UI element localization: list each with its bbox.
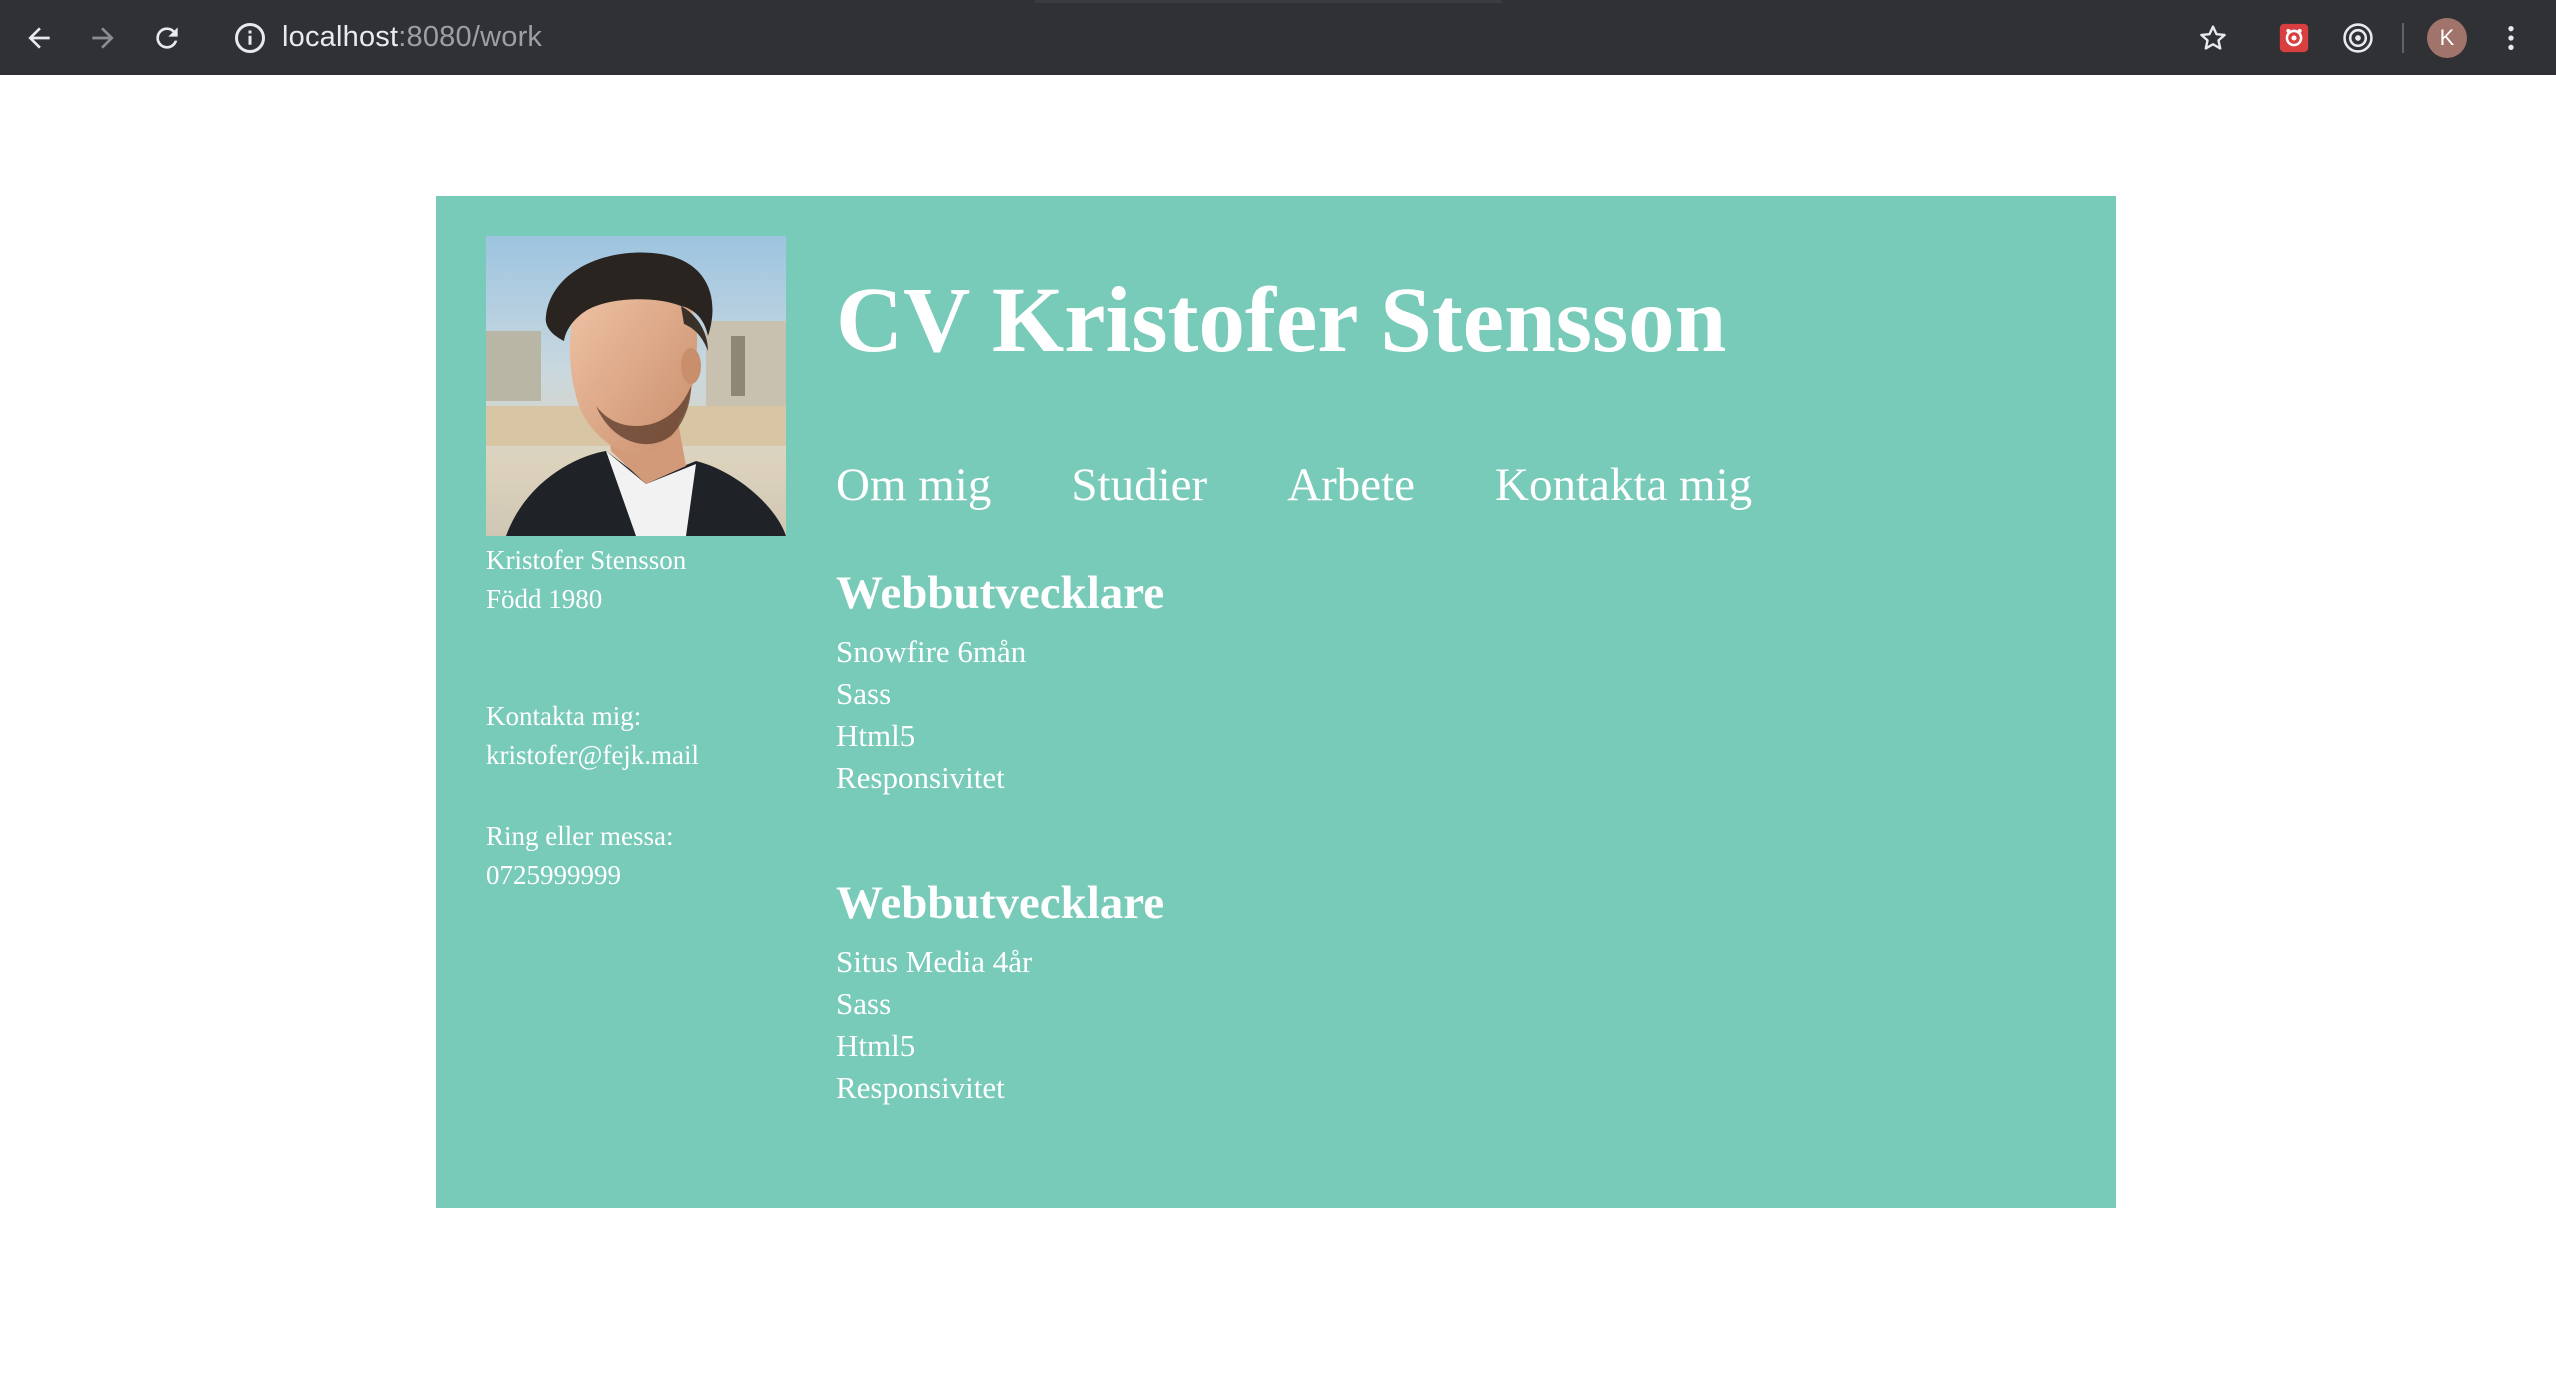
phone-label: Ring eller messa: (486, 821, 674, 851)
job-skill: Html5 (836, 718, 916, 753)
extension-button[interactable] (2269, 13, 2319, 63)
forward-button[interactable] (78, 13, 128, 63)
profile-avatar: K (2427, 18, 2467, 58)
profile-photo (486, 236, 786, 536)
extension-icon (2279, 23, 2309, 53)
nav-item-studier[interactable]: Studier (1071, 450, 1207, 520)
more-vert-icon (2508, 26, 2514, 50)
url-path: :8080/work (398, 21, 543, 53)
contact-label: Kontakta mig: (486, 701, 642, 731)
phone-number[interactable]: 0725999999 (486, 856, 816, 895)
job-skill: Sass (836, 676, 892, 711)
page-title: CV Kristofer Stensson (836, 269, 1727, 372)
bookmark-button[interactable] (2188, 13, 2238, 63)
target-icon (2343, 23, 2373, 53)
toolbar-divider (2402, 23, 2404, 53)
nav-item-kontakta-mig[interactable]: Kontakta mig (1495, 450, 1752, 520)
profile-button[interactable]: K (2422, 13, 2472, 63)
browser-toolbar: localhost:8080/work K (0, 0, 2556, 75)
reload-icon (156, 27, 178, 49)
job-entry: Webbutvecklare Situs Media 4år Sass Html… (836, 873, 1164, 1109)
sidebar: Kristofer Stensson Född 1980 Kontakta mi… (486, 541, 816, 895)
contact-email[interactable]: kristofer@fejk.mail (486, 736, 816, 775)
arrow-right-icon (92, 27, 114, 49)
nav-item-arbete[interactable]: Arbete (1287, 450, 1415, 520)
profile-born: Född 1980 (486, 584, 603, 614)
reload-button[interactable] (142, 13, 192, 63)
job-skill: Responsivitet (836, 1070, 1005, 1105)
target-extension-button[interactable] (2333, 13, 2383, 63)
job-employer: Snowfire 6mån (836, 634, 1027, 669)
arrow-left-icon (28, 27, 50, 49)
job-skill: Html5 (836, 1028, 916, 1063)
job-employer: Situs Media 4år (836, 944, 1033, 979)
nav-item-om-mig[interactable]: Om mig (836, 450, 991, 520)
job-entry: Webbutvecklare Snowfire 6mån Sass Html5 … (836, 563, 1164, 799)
main-nav: Om mig Studier Arbete Kontakta mig (836, 450, 1752, 520)
profile-name: Kristofer Stensson (486, 545, 687, 575)
job-skill: Sass (836, 986, 892, 1021)
job-skill: Responsivitet (836, 760, 1005, 795)
info-icon[interactable] (232, 20, 268, 56)
url-text[interactable]: localhost:8080/work (282, 21, 542, 54)
back-button[interactable] (14, 13, 64, 63)
url-host: localhost (282, 21, 399, 53)
job-title: Webbutvecklare (836, 877, 1165, 929)
tab-strip-hint (1035, 0, 1502, 3)
menu-button[interactable] (2486, 13, 2536, 63)
job-title: Webbutvecklare (836, 567, 1165, 619)
address-bar[interactable]: localhost:8080/work (210, 9, 2190, 66)
star-icon (2200, 25, 2226, 50)
